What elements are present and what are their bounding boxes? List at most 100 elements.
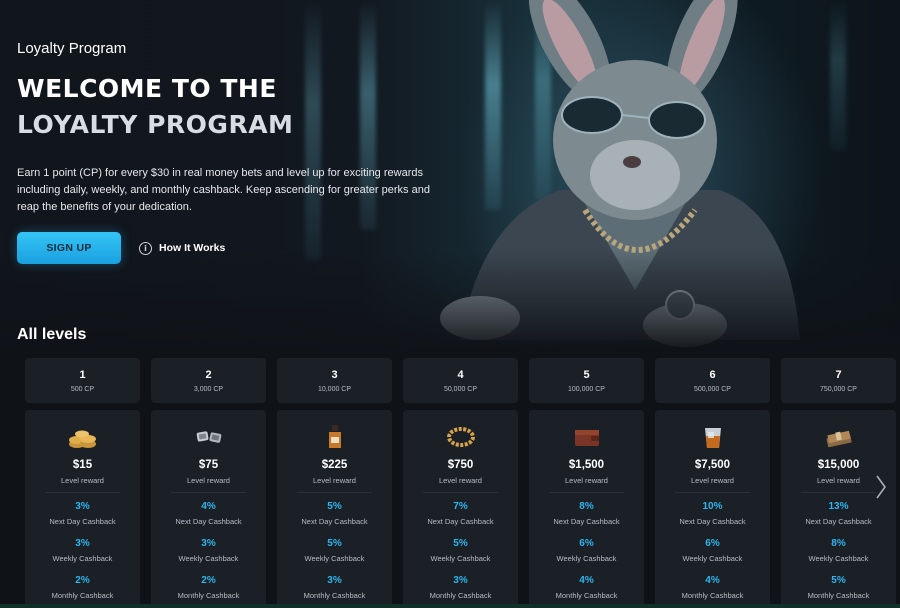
- weekly-cashback-value: 3%: [75, 538, 90, 549]
- monthly-cashback-value: 4%: [579, 575, 594, 586]
- whiskey-glass-icon: [697, 424, 729, 450]
- monthly-cashback-value: 3%: [327, 575, 342, 586]
- coins-icon: [67, 424, 99, 450]
- level-number: 7: [835, 368, 842, 381]
- cash-stack-icon: [823, 424, 855, 450]
- level-card: 2 3,000 CP $75 Level reward 4% Next Day …: [151, 358, 266, 608]
- level-card: 1 500 CP $15 Level reward 3% Next Day Ca…: [25, 358, 140, 608]
- level-header: 5 100,000 CP: [529, 358, 644, 403]
- next-day-cashback-value: 4%: [201, 501, 216, 512]
- weekly-cashback-label: Weekly Cashback: [808, 554, 869, 563]
- monthly-cashback-value: 2%: [75, 575, 90, 586]
- next-day-cashback-value: 7%: [453, 501, 468, 512]
- whiskey-bottle-icon: [319, 424, 351, 450]
- page-title: WELCOME TO THE LOYALTY PROGRAM: [17, 71, 457, 143]
- level-card: 6 500,000 CP $7,500 Level reward 10% Nex…: [655, 358, 770, 608]
- level-reward-amount: $1,500: [568, 459, 605, 471]
- divider: [45, 492, 120, 493]
- title-line-1: WELCOME TO THE: [17, 74, 277, 103]
- monthly-cashback-label: Monthly Cashback: [807, 591, 870, 600]
- level-details: $15,000 Level reward 13% Next Day Cashba…: [781, 410, 896, 608]
- next-day-cashback-label: Next Day Cashback: [49, 517, 116, 526]
- level-reward-label: Level reward: [313, 476, 356, 485]
- program-description: Earn 1 point (CP) for every $30 in real …: [17, 167, 430, 213]
- hero-fade-overlay: [0, 250, 900, 360]
- weekly-cashback-value: 5%: [327, 538, 342, 549]
- level-cp-requirement: 500,000 CP: [694, 385, 731, 393]
- monthly-cashback-label: Monthly Cashback: [51, 591, 114, 600]
- monthly-cashback-value: 3%: [453, 575, 468, 586]
- level-details: $225 Level reward 5% Next Day Cashback 5…: [277, 410, 392, 608]
- bottom-divider: [0, 604, 900, 608]
- level-reward-amount: $75: [198, 459, 219, 471]
- monthly-cashback-value: 2%: [201, 575, 216, 586]
- level-reward-amount: $15,000: [817, 459, 860, 471]
- weekly-cashback-label: Weekly Cashback: [52, 554, 113, 563]
- level-details: $15 Level reward 3% Next Day Cashback 3%…: [25, 410, 140, 608]
- monthly-cashback-value: 5%: [831, 575, 846, 586]
- monthly-cashback-label: Monthly Cashback: [681, 591, 744, 600]
- level-number: 3: [331, 368, 338, 381]
- weekly-cashback-label: Weekly Cashback: [682, 554, 743, 563]
- chevron-right-icon[interactable]: [872, 472, 890, 502]
- divider: [675, 492, 750, 493]
- level-reward-label: Level reward: [187, 476, 230, 485]
- weekly-cashback-value: 6%: [705, 538, 720, 549]
- monthly-cashback-value: 4%: [705, 575, 720, 586]
- wallet-icon: [571, 424, 603, 450]
- level-details: $1,500 Level reward 8% Next Day Cashback…: [529, 410, 644, 608]
- level-reward-label: Level reward: [439, 476, 482, 485]
- level-reward-label: Level reward: [565, 476, 608, 485]
- weekly-cashback-label: Weekly Cashback: [304, 554, 365, 563]
- how-it-works-label: How It Works: [159, 242, 226, 254]
- level-card: 4 50,000 CP $750 Level reward 7% Next Da…: [403, 358, 518, 608]
- level-card: 3 10,000 CP $225 Level reward 5% Next Da…: [277, 358, 392, 608]
- level-card: 5 100,000 CP $1,500 Level reward 8% Next…: [529, 358, 644, 608]
- level-header: 4 50,000 CP: [403, 358, 518, 403]
- level-number: 6: [709, 368, 716, 381]
- next-day-cashback-value: 13%: [828, 501, 849, 512]
- level-reward-label: Level reward: [61, 476, 104, 485]
- level-number: 4: [457, 368, 464, 381]
- level-header: 2 3,000 CP: [151, 358, 266, 403]
- divider: [297, 492, 372, 493]
- next-day-cashback-value: 10%: [702, 501, 723, 512]
- weekly-cashback-value: 5%: [453, 538, 468, 549]
- hero-actions: SIGN UP i How It Works: [17, 232, 457, 264]
- page-eyebrow: Loyalty Program: [17, 40, 127, 57]
- level-number: 2: [205, 368, 212, 381]
- monthly-cashback-label: Monthly Cashback: [555, 591, 618, 600]
- level-cp-requirement: 3,000 CP: [193, 385, 224, 393]
- level-header: 6 500,000 CP: [655, 358, 770, 403]
- level-number: 1: [79, 368, 86, 381]
- monthly-cashback-label: Monthly Cashback: [177, 591, 240, 600]
- how-it-works-link[interactable]: i How It Works: [139, 241, 226, 255]
- level-reward-amount: $225: [321, 459, 348, 471]
- level-reward-label: Level reward: [817, 476, 860, 485]
- next-day-cashback-value: 3%: [75, 501, 90, 512]
- level-header: 3 10,000 CP: [277, 358, 392, 403]
- levels-carousel[interactable]: 1 500 CP $15 Level reward 3% Next Day Ca…: [25, 358, 900, 608]
- level-reward-amount: $7,500: [694, 459, 731, 471]
- next-day-cashback-label: Next Day Cashback: [175, 517, 242, 526]
- all-levels-title: All levels: [17, 326, 87, 343]
- level-cp-requirement: 500 CP: [70, 385, 95, 393]
- levels-track: 1 500 CP $15 Level reward 3% Next Day Ca…: [25, 358, 900, 608]
- next-day-cashback-label: Next Day Cashback: [301, 517, 368, 526]
- info-circle-icon: i: [139, 241, 152, 255]
- next-day-cashback-label: Next Day Cashback: [553, 517, 620, 526]
- level-number: 5: [583, 368, 590, 381]
- monthly-cashback-label: Monthly Cashback: [429, 591, 492, 600]
- divider: [423, 492, 498, 493]
- cufflinks-icon: [193, 424, 225, 450]
- next-day-cashback-label: Next Day Cashback: [679, 517, 746, 526]
- next-day-cashback-label: Next Day Cashback: [427, 517, 494, 526]
- level-cp-requirement: 10,000 CP: [317, 385, 352, 393]
- sign-up-button[interactable]: SIGN UP: [17, 232, 121, 264]
- weekly-cashback-value: 8%: [831, 538, 846, 549]
- level-header: 7 750,000 CP: [781, 358, 896, 403]
- level-details: $750 Level reward 7% Next Day Cashback 5…: [403, 410, 518, 608]
- level-header: 1 500 CP: [25, 358, 140, 403]
- gold-chain-icon: [445, 424, 477, 450]
- weekly-cashback-value: 6%: [579, 538, 594, 549]
